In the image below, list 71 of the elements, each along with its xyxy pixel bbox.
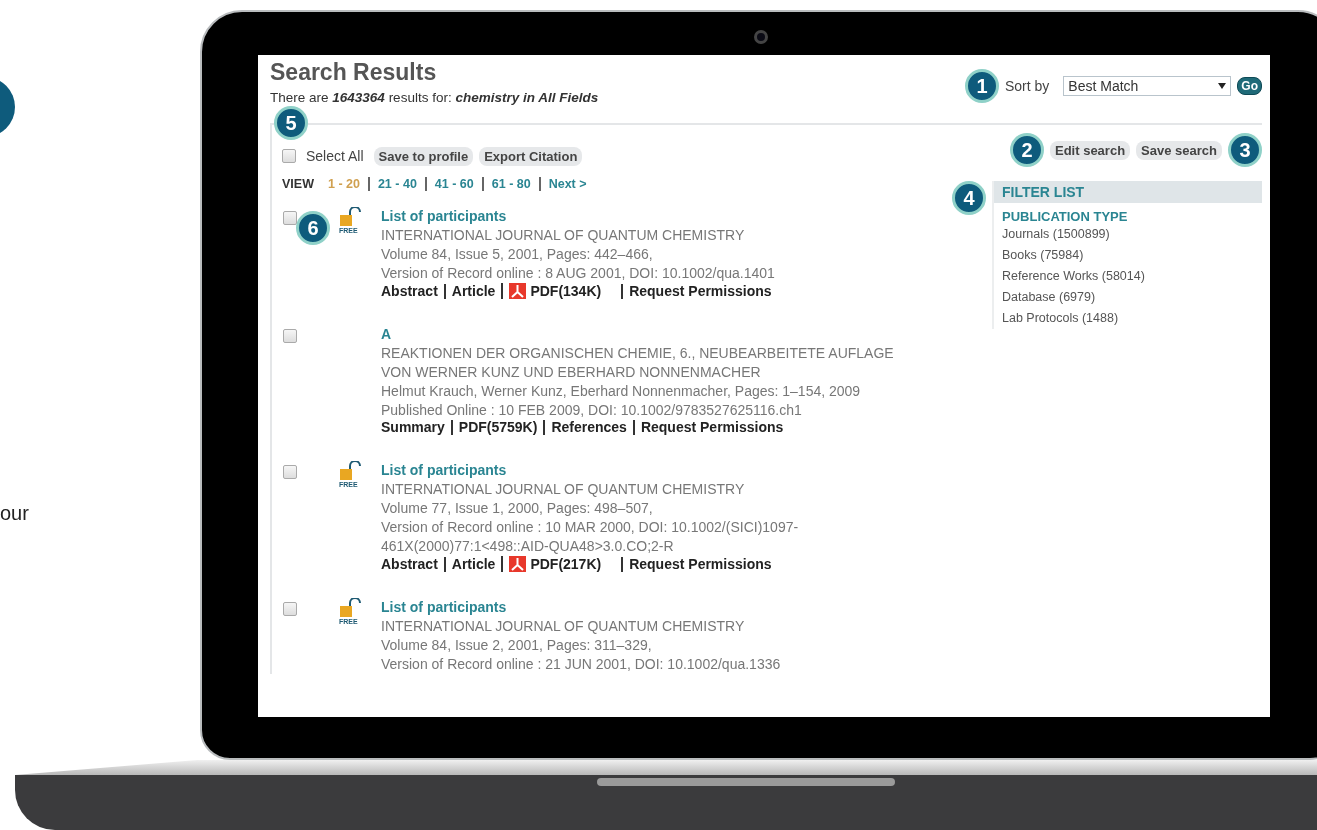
result-checkbox[interactable]: [283, 465, 297, 479]
result-link[interactable]: PDF(217K): [530, 556, 602, 572]
page-link[interactable]: 41 - 60: [426, 177, 484, 191]
result-checkbox[interactable]: [283, 329, 297, 343]
open-lock-icon: [339, 207, 361, 227]
step-number-badge: 5: [274, 106, 308, 140]
result-title-link[interactable]: A: [381, 325, 894, 344]
step-number-badge: 3: [1228, 133, 1262, 167]
result-title-link[interactable]: List of participants: [381, 598, 781, 617]
toolbar-button[interactable]: Save to profile: [373, 146, 474, 166]
filter-option[interactable]: Database (6979): [994, 287, 1262, 308]
page-link[interactable]: 61 - 80: [483, 177, 541, 191]
pdf-icon: [509, 283, 527, 299]
result-detail: Version of Record online : 21 JUN 2001, DOI: 10.1002/qua.1336: [381, 655, 781, 674]
result-detail: VON WERNER KUNZ UND EBERHARD NONNENMACHER: [381, 363, 762, 382]
caret-icon: [1218, 83, 1227, 89]
open-lock-icon: [339, 598, 361, 618]
result-detail: Published Online : 10 FEB 2009, DOI: 10.1002/9783527625116.ch1: [381, 401, 803, 420]
filter-option[interactable]: Journals (1500899): [994, 224, 1262, 245]
side-text: our: [0, 502, 29, 525]
filter-option[interactable]: Books (75984): [994, 245, 1262, 266]
results-summary: There are 1643364 results for: chemistry in All Fields: [270, 90, 599, 105]
filter-option[interactable]: Reference Works (58014): [994, 266, 1262, 287]
result-checkbox[interactable]: [283, 602, 297, 616]
result-link[interactable]: PDF(5759K): [458, 420, 538, 435]
result-link[interactable]: Abstract: [381, 556, 438, 572]
result-detail: Volume 84, Issue 2, 2001, Pages: 311–329,: [381, 636, 653, 655]
result-detail: INTERNATIONAL JOURNAL OF QUANTUM CHEMISTRY: [381, 480, 746, 499]
page-title: Search Results: [270, 59, 438, 86]
result-detail: INTERNATIONAL JOURNAL OF QUANTUM CHEMISTRY: [381, 226, 746, 245]
result-link[interactable]: PDF(134K): [530, 283, 602, 299]
result-link[interactable]: Summary: [381, 420, 445, 435]
toolbar-button[interactable]: Export Citation: [479, 146, 583, 166]
result-checkbox[interactable]: [283, 211, 297, 225]
result-link[interactable]: Request Permissions: [629, 283, 772, 299]
result-link[interactable]: References: [551, 420, 627, 435]
step-number-badge: 4: [952, 181, 986, 215]
filter-option[interactable]: Lab Protocols (1488): [994, 308, 1262, 329]
result-detail: Helmut Krauch, Werner Kunz, Eberhard Nonnenmacher, Pages: 1–154, 2009: [381, 382, 862, 401]
result-title-link[interactable]: List of participants: [381, 461, 799, 480]
sort-label: Sort by: [1004, 78, 1050, 94]
result-detail: REAKTIONEN DER ORGANISCHEN CHEMIE, 6., NEUBEARBEITETE AUFLAGE: [381, 344, 894, 363]
result-detail: 461X(2000)77:1<498::AID-QUA48>3.0.CO;2-R: [381, 537, 675, 556]
search-button[interactable]: Edit search: [1050, 140, 1131, 160]
result-link[interactable]: Article: [451, 283, 496, 299]
result-title-link[interactable]: List of participants: [381, 207, 778, 226]
step-number-badge: 1: [964, 69, 999, 103]
pdf-icon: [509, 556, 527, 572]
result-link[interactable]: Article: [451, 556, 496, 572]
page-link[interactable]: 21 - 40: [369, 177, 427, 191]
camera-icon: [754, 30, 768, 44]
next-link[interactable]: Next >: [540, 177, 587, 191]
open-lock-icon: [339, 461, 361, 481]
sort-dropdown[interactable]: Best Match: [1063, 76, 1232, 96]
view-label: VIEW: [282, 177, 314, 191]
step-number-badge: 2: [1010, 133, 1044, 167]
filter-section-title: PUBLICATION TYPE: [1001, 208, 1129, 224]
result-link[interactable]: Abstract: [381, 283, 438, 299]
result-link[interactable]: Request Permissions: [629, 556, 772, 572]
select-all-label[interactable]: Select All: [306, 148, 364, 164]
step-number-badge: 6: [296, 211, 330, 245]
go-button[interactable]: Go: [1237, 77, 1262, 95]
select-all-checkbox[interactable]: [282, 149, 296, 163]
result-detail: Version of Record online : 10 MAR 2000, DOI: 10.1002/(SICI)1097-: [381, 518, 799, 537]
search-button[interactable]: Save search: [1136, 140, 1222, 160]
result-link[interactable]: Request Permissions: [640, 420, 784, 435]
result-detail: Version of Record online : 8 AUG 2001, DOI: 10.1002/qua.1401: [381, 264, 776, 283]
filter-heading: FILTER LIST: [994, 181, 1262, 203]
result-detail: Volume 84, Issue 5, 2001, Pages: 442–466,: [381, 245, 654, 264]
result-detail: Volume 77, Issue 1, 2000, Pages: 498–507,: [381, 499, 654, 518]
result-detail: INTERNATIONAL JOURNAL OF QUANTUM CHEMISTRY: [381, 617, 746, 636]
